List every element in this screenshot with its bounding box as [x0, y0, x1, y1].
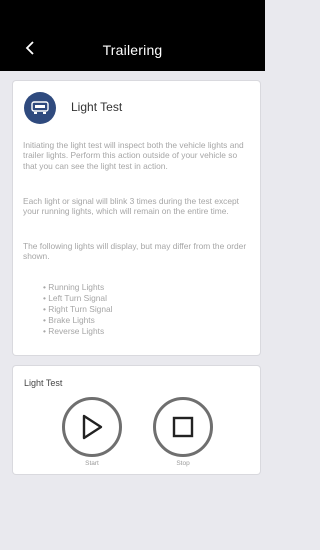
stop-label: Stop: [176, 460, 190, 467]
play-icon: [82, 414, 103, 440]
list-item: Brake Lights: [43, 315, 113, 326]
start-label: Start: [85, 460, 99, 467]
list-item: Right Turn Signal: [43, 304, 112, 315]
light-test-info-card: Light Test Initiating the light test wil…: [13, 81, 260, 355]
top-bar: Trailering: [0, 0, 265, 71]
start-button[interactable]: [62, 397, 122, 457]
page-title: Trailering: [102, 42, 163, 58]
description-paragraph: Initiating the light test will inspect b…: [23, 140, 244, 171]
light-test-controls-card: Light Test Start Stop: [13, 366, 260, 474]
list-item: Left Turn Signal: [43, 293, 113, 304]
controls-title: Light Test: [24, 378, 63, 388]
trailer-light-icon: [24, 92, 56, 124]
stop-icon: [172, 416, 194, 438]
description-paragraph: Each light or signal will blink 3 times …: [23, 196, 239, 217]
list-item: Reverse Lights: [43, 326, 113, 337]
description-paragraph: The following lights will display, but m…: [23, 241, 247, 262]
stop-button[interactable]: [153, 397, 213, 457]
list-item: Running Lights: [43, 282, 113, 293]
lights-list: Running Lights Left Turn Signal Right Tu…: [43, 282, 113, 337]
card-title: Light Test: [71, 100, 123, 114]
